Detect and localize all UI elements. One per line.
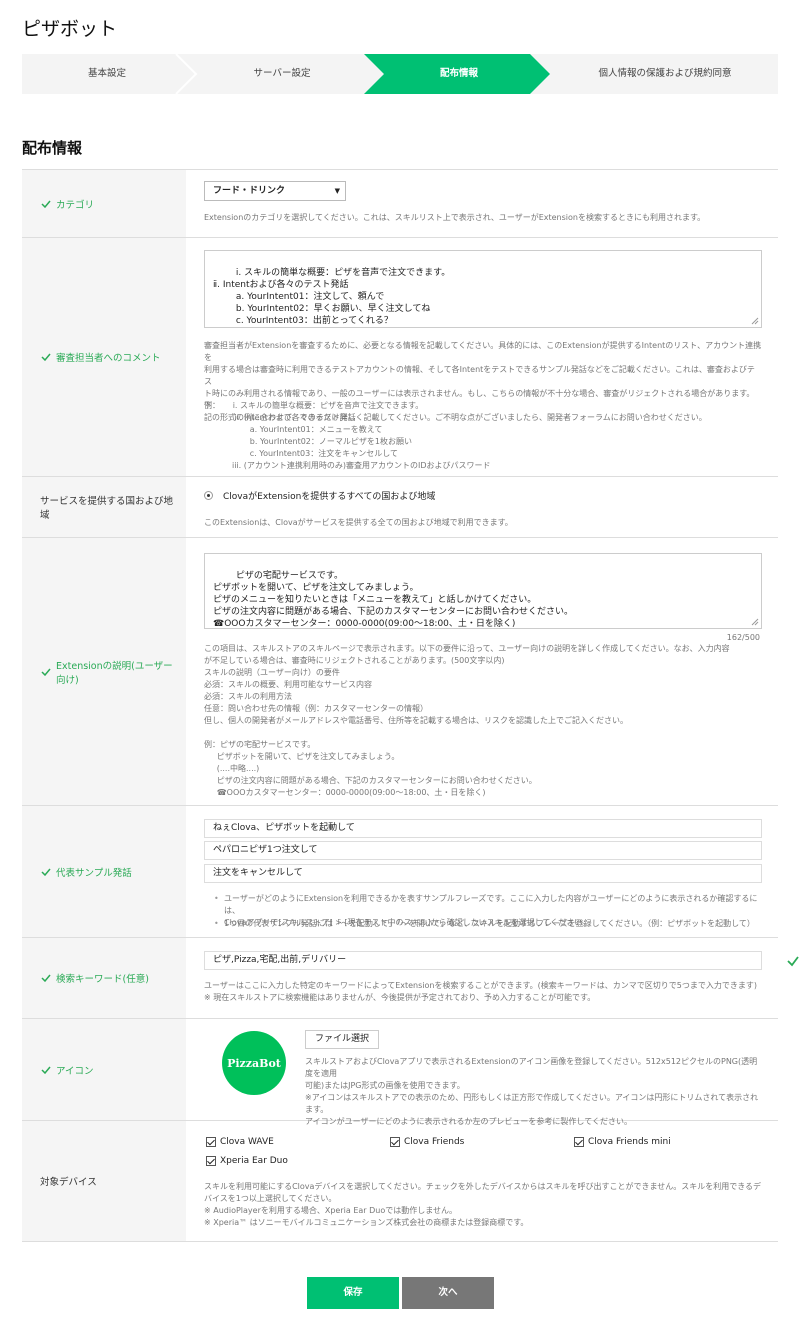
device-clova-wave[interactable]: Clova WAVE [206,1137,274,1147]
description-example: 例：ピザの宅配サービスです。 ピザボットを開いて、ピザを注文してみましょう。 (… [204,740,537,797]
description-char-counter: 162/500 [726,633,760,642]
reviewer-comment-label-text: 審査担当者へのコメント [56,353,161,364]
row-sample-utterances: 代表サンプル発話 ねぇClova、ピザボットを起動して ペパロニピザ1つ注文して… [22,806,778,938]
keywords-label: 検索キーワード(任意) [22,938,186,1018]
step-distribution-info[interactable]: 配布情報 [384,54,534,94]
resize-handle-icon[interactable] [751,618,759,626]
devices-help: スキルを利用可能にするClovaデバイスを選択してください。チェックを外したデバ… [204,1182,762,1227]
device-clova-friends-mini[interactable]: Clova Friends mini [574,1137,671,1147]
step-basic-settings[interactable]: 基本設定 [22,54,192,94]
description-label: Extensionの説明(ユーザー向け) [22,538,186,805]
checkbox-checked-icon [206,1137,216,1147]
radio-selected-icon [204,491,213,500]
sample-utterance-input-3[interactable]: 注文をキャンセルして [204,864,762,883]
check-icon [41,868,51,876]
icon-preview: PizzaBot [222,1031,286,1095]
sample-utterances-label-text: 代表サンプル発話 [56,867,132,879]
service-region-label: サービスを提供する国および地域 [22,477,186,537]
device-label: Xperia Ear Duo [220,1156,288,1166]
row-devices: 対象デバイス Clova WAVE Clova Friends Clova Fr… [22,1121,778,1242]
category-select-value: フード・ドリンク [213,186,286,196]
reviewer-comment-label: 審査担当者へのコメント [22,238,186,476]
sample-utterances-label: 代表サンプル発話 [22,806,186,937]
category-help: Extensionのカテゴリを選択してください。これは、スキルリスト上で表示され… [204,213,706,222]
description-textarea[interactable]: ピザの宅配サービスです。 ピザボットを開いて、ピザを注文してみましょう。 ピザの… [204,553,762,629]
progress-stepper: 基本設定 サーバー設定 配布情報 個人情報の保護および規約同意 [22,54,778,94]
keywords-input[interactable]: ピザ,Pizza,宅配,出前,デリバリー [204,951,762,970]
dropdown-arrow-icon: ▼ [334,187,340,195]
valid-check-icon [787,956,799,967]
sample-utterance-input-2[interactable]: ペパロニピザ1つ注文して [204,841,762,860]
category-select[interactable]: フード・ドリンク ▼ [204,181,346,201]
description-value: ピザの宅配サービスです。 ピザボットを開いて、ピザを注文してみましょう。 ピザの… [213,571,574,629]
app-title: ピザボット [22,18,118,40]
device-xperia-ear-duo[interactable]: Xperia Ear Duo [206,1156,288,1166]
row-description: Extensionの説明(ユーザー向け) ピザの宅配サービスです。 ピザボットを… [22,538,778,806]
device-label: Clova Friends [404,1137,465,1147]
checkbox-checked-icon [206,1156,216,1166]
reviewer-comment-example: 例： i. スキルの簡単な概要：ピザを音声で注文できます。 ii. Intent… [204,401,491,470]
next-button[interactable]: 次へ [402,1277,494,1309]
save-button[interactable]: 保存 [307,1277,399,1309]
sample-utterances-bullet-2: 1つ目の代表サンプル発話には「～を起動して」「～を開いて」など、スキルを起動する… [214,918,755,930]
check-icon [41,668,51,676]
step-server-settings[interactable]: サーバー設定 [198,54,366,94]
row-reviewer-comment: 審査担当者へのコメント ⅰ. スキルの簡単な概要：ピザを音声で注文できます。 ⅱ… [22,238,778,477]
service-region-radio[interactable]: ClovaがExtensionを提供するすべての国および地域 [204,489,435,502]
check-icon [41,353,51,361]
devices-label: 対象デバイス [22,1121,186,1241]
row-service-region: サービスを提供する国および地域 ClovaがExtensionを提供するすべての… [22,477,778,538]
icon-label: アイコン [22,1019,186,1120]
icon-label-text: アイコン [56,1065,94,1077]
device-clova-friends[interactable]: Clova Friends [390,1137,464,1147]
icon-help: スキルストアおよびClovaアプリで表示されるExtensionのアイコン画像を… [305,1057,759,1126]
check-icon [41,200,51,208]
file-select-button[interactable]: ファイル選択 [305,1030,379,1049]
keywords-help: ユーザーはここに入力した特定のキーワードによってExtensionを検索すること… [204,981,757,1002]
distribution-form: カテゴリ フード・ドリンク ▼ Extensionのカテゴリを選択してください。… [22,169,799,1242]
sample-utterance-input-1[interactable]: ねぇClova、ピザボットを起動して [204,819,762,838]
service-region-help: このExtensionは、Clovaがサービスを提供する全ての国および地域で利用… [204,518,513,527]
checkbox-checked-icon [574,1137,584,1147]
category-label: カテゴリ [22,170,186,237]
check-icon [41,1066,51,1074]
service-region-option: ClovaがExtensionを提供するすべての国および地域 [223,492,436,502]
description-help: この項目は、スキルストアのスキルページで表示されます。以下の要件に沿って、ユーザ… [204,644,730,725]
description-label-text: Extensionの説明(ユーザー向け) [56,660,173,686]
check-icon [41,974,51,982]
checkbox-checked-icon [390,1137,400,1147]
row-keywords: 検索キーワード(任意) ピザ,Pizza,宅配,出前,デリバリー ユーザーはここ… [22,938,799,1019]
row-icon: アイコン PizzaBot ファイル選択 スキルストアおよびClovaアプリで表… [22,1019,778,1126]
reviewer-comment-value: ⅰ. スキルの簡単な概要：ピザを音声で注文できます。 ⅱ. Intentおよび各… [213,268,451,326]
keywords-label-text: 検索キーワード(任意) [56,974,149,985]
step-privacy-terms[interactable]: 個人情報の保護および規約同意 [552,54,778,94]
reviewer-comment-textarea[interactable]: ⅰ. スキルの簡単な概要：ピザを音声で注文できます。 ⅱ. Intentおよび各… [204,250,762,328]
section-title: 配布情報 [22,139,83,157]
device-label: Clova Friends mini [588,1137,671,1147]
device-label: Clova WAVE [220,1137,274,1147]
category-label-text: カテゴリ [56,199,95,211]
row-category: カテゴリ フード・ドリンク ▼ Extensionのカテゴリを選択してください。… [22,170,778,238]
resize-handle-icon[interactable] [751,317,759,325]
